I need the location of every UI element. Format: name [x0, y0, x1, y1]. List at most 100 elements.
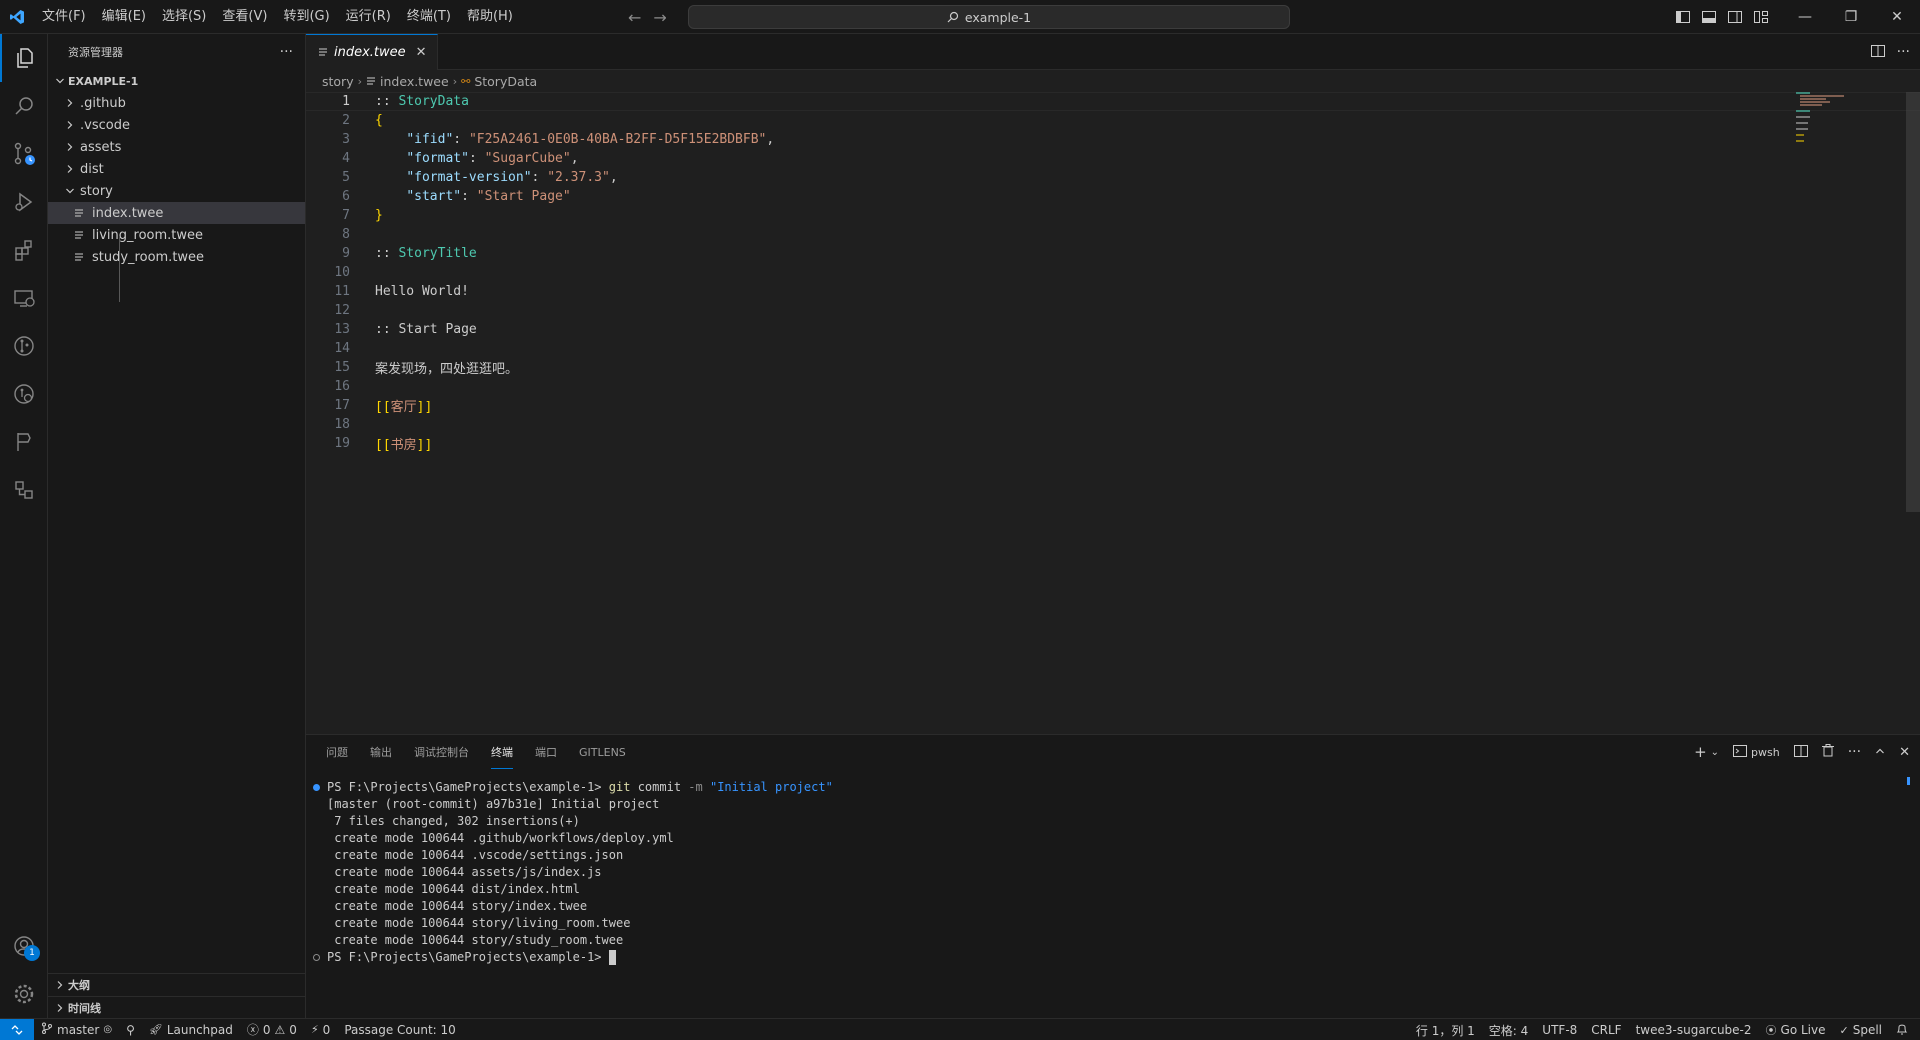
language-mode[interactable]: twee3-sugarcube-2 — [1629, 1019, 1759, 1040]
menu-item[interactable]: 终端(T) — [399, 0, 459, 34]
terminal[interactable]: PS F:\Projects\GameProjects\example-1> g… — [306, 779, 1906, 966]
menu-item[interactable]: 编辑(E) — [94, 0, 154, 34]
folder-item[interactable]: assets — [48, 136, 305, 158]
cursor-position[interactable]: 行 1，列 1 — [1409, 1019, 1482, 1040]
terminal-line: PS F:\Projects\GameProjects\example-1> g… — [306, 779, 1906, 796]
launchpad-label: Launchpad — [166, 1022, 233, 1037]
tree-item-label: story — [80, 183, 113, 199]
ports-status[interactable]: ⚡ 0 — [304, 1019, 337, 1040]
line-number: 14 — [334, 341, 350, 356]
file-item[interactable]: living_room.twee — [48, 224, 305, 246]
toggle-primary-sidebar-icon[interactable] — [1670, 0, 1696, 34]
panel-tab[interactable]: 调试控制台 — [414, 735, 469, 769]
terminal-output-line: 7 files changed, 302 insertions(+) — [327, 814, 580, 828]
file-item[interactable]: study_room.twee — [48, 246, 305, 268]
menu-item[interactable]: 运行(R) — [338, 0, 399, 34]
line-ending[interactable]: CRLF — [1584, 1019, 1628, 1040]
forward-arrow-icon[interactable]: → — [653, 8, 666, 27]
restore-icon[interactable]: ❐ — [1828, 0, 1874, 34]
terminal-cursor — [608, 950, 616, 965]
indentation[interactable]: 空格: 4 — [1482, 1019, 1536, 1040]
git-graph-icon[interactable] — [0, 418, 48, 466]
status-bar: master ◎ ⚲ 🚀︎ Launchpad ⓧ 0 ⚠ 0 ⚡ 0 Pass… — [0, 1018, 1920, 1040]
back-arrow-icon[interactable]: ← — [628, 8, 641, 27]
folder-item[interactable]: dist — [48, 158, 305, 180]
minimize-icon[interactable]: — — [1782, 0, 1828, 34]
tree-item-label: living_room.twee — [92, 227, 204, 243]
line-content: Hello World! — [375, 284, 469, 299]
close-panel-icon[interactable]: ✕ — [1899, 745, 1910, 760]
split-terminal-icon[interactable] — [1793, 744, 1808, 760]
trash-icon[interactable] — [1821, 744, 1834, 760]
customize-layout-icon[interactable] — [1748, 0, 1774, 34]
breadcrumb-symbol[interactable]: StoryData — [474, 74, 537, 89]
toggle-secondary-sidebar-icon[interactable] — [1722, 0, 1748, 34]
panel-tab[interactable]: 输出 — [370, 735, 392, 769]
terminal-prompt: PS F:\Projects\GameProjects\example-1> — [327, 780, 602, 794]
gitlens-icon[interactable] — [0, 322, 48, 370]
menu-item[interactable]: 帮助(H) — [459, 0, 521, 34]
panel-more-icon[interactable]: ··· — [1848, 744, 1861, 760]
toggle-panel-icon[interactable] — [1696, 0, 1722, 34]
chevron-down-icon[interactable]: ⌄ — [1711, 747, 1719, 758]
sync-status[interactable]: ⚲ — [119, 1019, 142, 1040]
terminal-output-line: create mode 100644 dist/index.html — [327, 882, 580, 896]
line-content: } — [375, 208, 383, 223]
panel-tab[interactable]: 问题 — [326, 735, 348, 769]
breadcrumb-file[interactable]: index.twee — [380, 74, 449, 89]
accounts-icon[interactable]: 1 — [0, 922, 48, 970]
code-editor[interactable]: 1:: StoryData 2{3 "ifid": "F25A2461-0E0B-… — [306, 92, 1920, 734]
folder-item[interactable]: .vscode — [48, 114, 305, 136]
close-window-icon[interactable]: ✕ — [1874, 0, 1920, 34]
warning-icon: ⚠ — [274, 1022, 286, 1037]
notifications[interactable] — [1889, 1019, 1920, 1040]
timeline-section-header[interactable]: 时间线 — [48, 996, 305, 1018]
split-editor-icon[interactable] — [1870, 44, 1885, 60]
settings-gear-icon[interactable] — [0, 970, 48, 1018]
outline-section-header[interactable]: 大纲 — [48, 974, 305, 996]
extensions-icon[interactable] — [0, 226, 48, 274]
menu-item[interactable]: 转到(G) — [275, 0, 337, 34]
tab-index-twee[interactable]: index.twee ✕ — [306, 34, 438, 70]
problems-status[interactable]: ⓧ 0 ⚠ 0 — [240, 1019, 304, 1040]
menu-item[interactable]: 查看(V) — [214, 0, 275, 34]
code-token: 案发现场，四处逛逛吧。 — [375, 362, 519, 377]
encoding[interactable]: UTF-8 — [1535, 1019, 1584, 1040]
minimap[interactable] — [1796, 92, 1856, 142]
maximize-panel-icon[interactable] — [1875, 746, 1885, 759]
gitlens-inspect-icon[interactable] — [0, 370, 48, 418]
sidebar-header: 资源管理器 ··· — [48, 34, 305, 70]
source-control-icon[interactable] — [0, 130, 48, 178]
search-icon[interactable] — [0, 82, 48, 130]
terminal-icon — [1733, 744, 1748, 760]
breadcrumb-folder[interactable]: story — [322, 74, 354, 89]
menu-item[interactable]: 文件(F) — [34, 0, 94, 34]
editor-actions: ··· — [1870, 34, 1910, 70]
remote-explorer-icon[interactable] — [0, 274, 48, 322]
editor-more-icon[interactable]: ··· — [1897, 44, 1910, 60]
launchpad-status[interactable]: 🚀︎ Launchpad — [142, 1019, 240, 1040]
folder-item[interactable]: story — [48, 180, 305, 202]
terminal-line: PS F:\Projects\GameProjects\example-1> — [306, 949, 1906, 966]
branch-status[interactable]: master ◎ — [34, 1019, 119, 1040]
run-debug-icon[interactable] — [0, 178, 48, 226]
menu-item[interactable]: 选择(S) — [154, 0, 214, 34]
explorer-icon[interactable] — [0, 34, 48, 82]
go-live[interactable]: ⦿ Go Live — [1759, 1019, 1833, 1040]
terminal-shell[interactable]: pwsh — [1733, 744, 1780, 760]
pull-requests-icon[interactable] — [0, 466, 48, 514]
panel-tab[interactable]: GITLENS — [579, 735, 626, 769]
file-item[interactable]: index.twee — [48, 202, 305, 224]
command-center-search[interactable]: example-1 — [688, 5, 1290, 29]
close-tab-icon[interactable]: ✕ — [416, 45, 427, 60]
remote-indicator-icon[interactable] — [0, 1018, 34, 1040]
panel-tab[interactable]: 端口 — [535, 735, 557, 769]
editor-scrollbar[interactable] — [1906, 92, 1920, 512]
more-actions-icon[interactable]: ··· — [280, 44, 293, 60]
folder-item[interactable]: .github — [48, 92, 305, 114]
workspace-folder-header[interactable]: EXAMPLE-1 — [48, 70, 305, 92]
new-terminal-icon[interactable]: + — [1694, 743, 1707, 761]
passage-count[interactable]: Passage Count: 10 — [337, 1019, 463, 1040]
spell-check[interactable]: ✓ Spell — [1832, 1019, 1889, 1040]
panel-tab[interactable]: 终端 — [491, 735, 513, 769]
